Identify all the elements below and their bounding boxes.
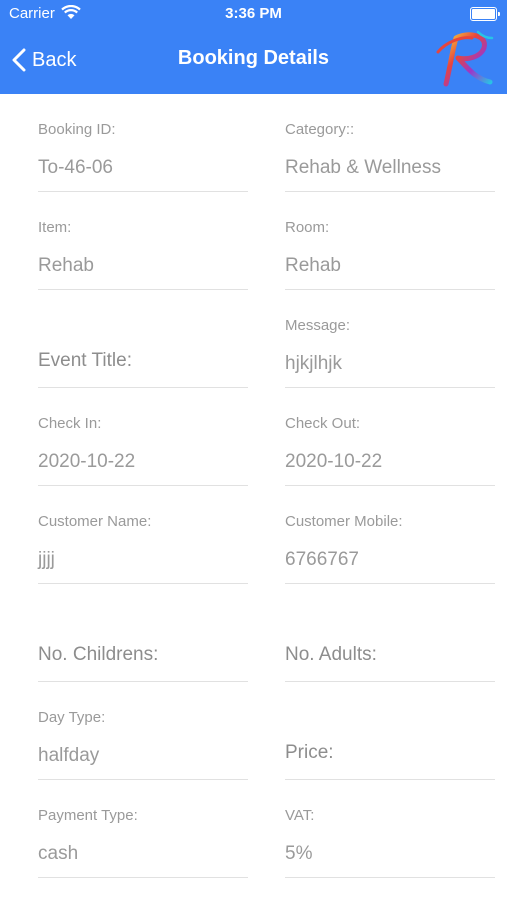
item-field: Item: Rehab [38,216,248,290]
item-label: Item: [38,219,72,236]
payment-type-value: cash [38,843,79,864]
customer-name-value: jjjj [38,549,55,570]
category-value: Rehab & Wellness [285,157,441,178]
check-out-value: 2020-10-22 [285,451,383,472]
message-field: Message: hjkjlhjk [285,314,495,388]
payment-type-field: Payment Type: cash [38,804,248,878]
category-field: Category:: Rehab & Wellness [285,118,495,192]
battery-icon [470,7,500,21]
no-childrens-field: No. Childrens: [38,608,248,682]
booking-id-value: To-46-06 [38,157,113,178]
payment-type-label: Payment Type: [38,807,138,824]
check-out-field: Check Out: 2020-10-22 [285,412,495,486]
message-label: Message: [285,317,351,334]
event-title-label: Event Title: [38,350,132,371]
price-field: Price: [285,706,495,780]
event-title-field: Event Title: [38,314,248,388]
check-out-label: Check Out: [285,415,361,432]
check-in-label: Check In: [38,415,102,432]
no-adults-field: No. Adults: [285,608,495,682]
vat-field: VAT: 5% [285,804,495,878]
check-in-field: Check In: 2020-10-22 [38,412,248,486]
room-label: Room: [285,219,330,236]
customer-mobile-value: 6766767 [285,549,359,570]
customer-mobile-label: Customer Mobile: [285,513,403,530]
booking-id-label: Booking ID: [38,121,116,138]
vat-value: 5% [285,843,313,864]
nav-header: Carrier 3:36 PM Back Booking Details [0,0,507,94]
day-type-field: Day Type: halfday [38,706,248,780]
day-type-label: Day Type: [38,709,106,726]
category-label: Category:: [285,121,355,138]
brand-logo-icon [436,30,494,87]
day-type-value: halfday [38,745,100,766]
room-value: Rehab [285,255,341,276]
no-adults-label: No. Adults: [285,644,377,665]
price-label: Price: [285,742,334,763]
customer-name-field: Customer Name: jjjj [38,510,248,584]
message-value: hjkjlhjk [285,353,343,374]
customer-name-label: Customer Name: [38,513,152,530]
check-in-value: 2020-10-22 [38,451,136,472]
vat-label: VAT: [285,807,315,824]
customer-mobile-field: Customer Mobile: 6766767 [285,510,495,584]
booking-id-field: Booking ID: To-46-06 [38,118,248,192]
page-title: Booking Details [177,47,330,69]
clock-label: 3:36 PM [225,5,282,22]
room-field: Room: Rehab [285,216,495,290]
no-childrens-label: No. Childrens: [38,644,159,665]
item-value: Rehab [38,255,94,276]
